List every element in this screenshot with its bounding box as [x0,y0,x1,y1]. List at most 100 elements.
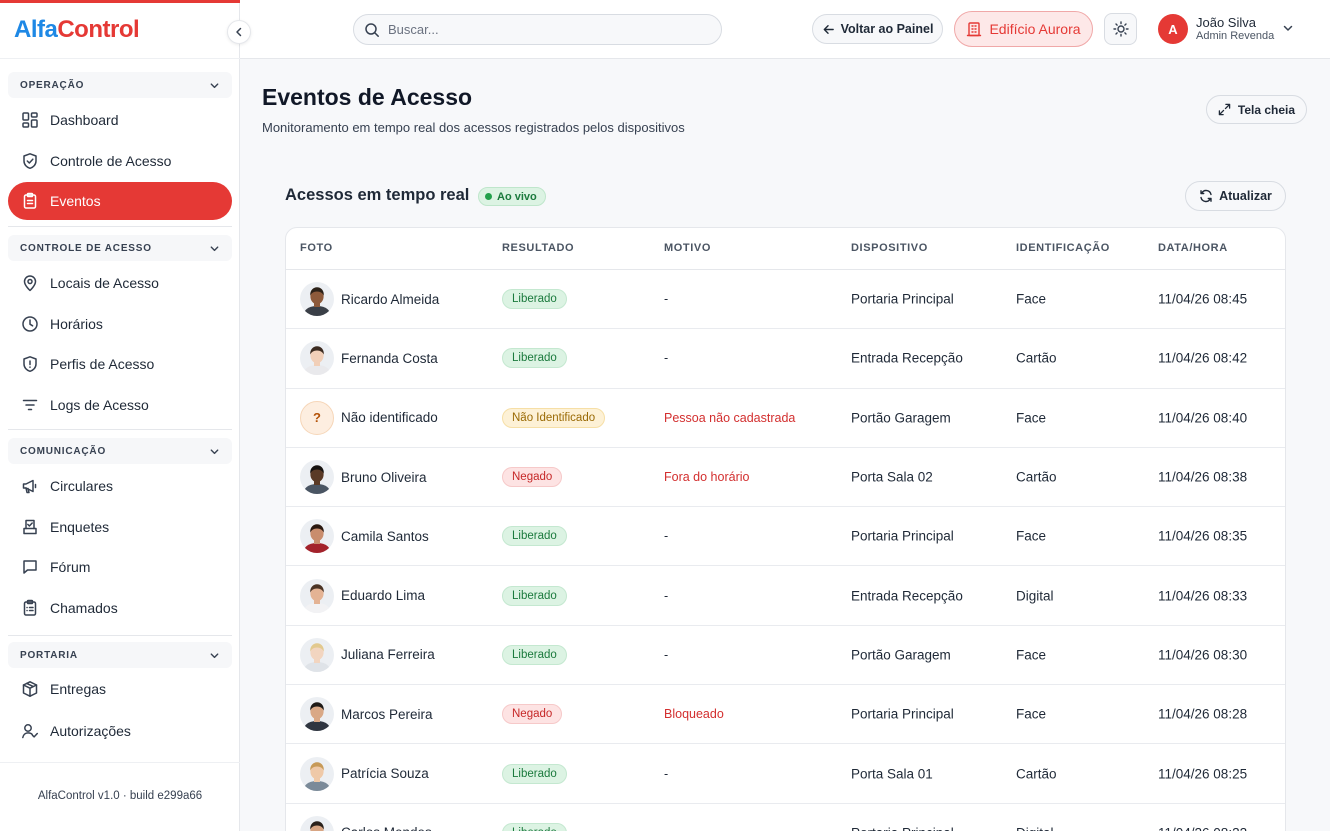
person-cell: Bruno Oliveira [300,460,427,495]
live-label: Ao vivo [497,190,537,203]
table-row[interactable]: Juliana Ferreira Liberado - Portão Garag… [286,626,1285,686]
chevron-down-icon [210,652,219,658]
user-menu[interactable]: A João Silva Admin Revenda [1158,12,1298,46]
result-badge: Liberado [502,585,567,606]
person-cell: Camila Santos [300,519,429,554]
sidebar-item-forum[interactable]: Fórum [8,548,232,586]
live-status-badge: Ao vivo [478,187,546,206]
identification-method: Face [1016,291,1047,307]
event-datetime: 11/04/26 08:38 [1158,469,1248,485]
person-name: Bruno Oliveira [341,469,427,485]
result-badge: Negado [502,704,563,725]
search-box[interactable] [353,14,722,45]
event-datetime: 11/04/26 08:35 [1158,528,1248,544]
person-cell: ? Não identificado [300,400,438,435]
identification-method: Cartão [1016,350,1057,366]
back-to-panel-button[interactable]: Voltar ao Painel [812,14,943,44]
person-cell: Eduardo Lima [300,578,425,613]
table-row[interactable]: Patrícia Souza Liberado - Porta Sala 01 … [286,744,1285,804]
table-row[interactable]: Ricardo Almeida Liberado - Portaria Prin… [286,270,1285,330]
table-row[interactable]: Eduardo Lima Liberado - Entrada Recepção… [286,567,1285,626]
refresh-icon [1199,189,1213,203]
sidebar-item-dashboard[interactable]: Dashboard [8,101,232,139]
identification-method: Cartão [1016,469,1057,485]
column-header-identification[interactable]: IDENTIFICAÇÃO [1016,242,1110,254]
section-title: COMUNICAÇÃO [20,445,107,457]
sidebar-item-entregas[interactable]: Entregas [8,670,232,708]
section-header-3[interactable]: COMUNICAÇÃO [8,438,232,464]
table-row[interactable]: Marcos Pereira Negado Bloqueado Portaria… [286,685,1285,745]
device-name: Entrada Recepção [851,350,963,366]
reason-text: Bloqueado [664,707,724,722]
column-header-result[interactable]: RESULTADO [502,242,574,254]
fullscreen-button[interactable]: Tela cheia [1206,95,1307,124]
brand-logo[interactable]: AlfaControl [14,16,140,44]
event-datetime: 11/04/26 08:25 [1158,766,1248,782]
clipboard-list-icon [21,599,39,617]
person-name: Fernanda Costa [341,350,438,366]
device-name: Portaria Principal [851,706,954,722]
section-header-4[interactable]: PORTARIA [8,642,232,668]
sidebar-item-locais-de-acesso[interactable]: Locais de Acesso [8,264,232,302]
sidebar-item-label: Dashboard [50,112,119,128]
table-row[interactable]: Camila Santos Liberado - Portaria Princi… [286,507,1285,567]
sidebar: AlfaControl OPERAÇÃO Dashboard Controle de… [0,0,240,831]
refresh-button[interactable]: Atualizar [1185,181,1286,211]
vote-icon [21,518,39,536]
back-to-panel-label: Voltar ao Painel [840,22,934,36]
section-header-2[interactable]: CONTROLE DE ACESSO [8,235,232,261]
sidebar-item-eventos[interactable]: Eventos [8,182,232,220]
person-photo [300,519,334,554]
sidebar-item-horarios[interactable]: Horários [8,305,232,343]
table-row[interactable]: ? Não identificado Não Identificado Pesso… [286,389,1285,448]
person-name: Marcos Pereira [341,706,433,722]
app-version: AlfaControl v1.0 · build e299a66 [37,790,203,802]
building-selector-button[interactable]: Edifício Aurora [954,11,1093,47]
column-header-device[interactable]: DISPOSITIVO [851,242,928,254]
fullscreen-label: Tela cheia [1237,102,1296,117]
person-cell: Patrícia Souza [300,756,429,791]
result-badge: Negado [502,467,563,488]
search-input[interactable] [388,22,688,37]
sidebar-item-autorizacoes[interactable]: Autorizações [8,712,232,750]
sidebar-item-circulares[interactable]: Circulares [8,467,232,505]
sidebar-item-enquetes[interactable]: Enquetes [8,508,232,546]
result-badge: Liberado [502,348,567,369]
theme-toggle-button[interactable] [1104,13,1137,45]
sidebar-collapse-button[interactable] [227,20,251,44]
result-badge: Liberado [502,822,567,831]
sidebar-item-chamados[interactable]: Chamados [8,589,232,627]
card-title: Acessos em tempo real [285,186,470,204]
clipboard-icon [21,192,39,210]
table-row[interactable]: Carlos Mendes Liberado - Portaria Princi… [286,804,1285,831]
section-divider [8,635,232,636]
events-table: FOTO RESULTADO MOTIVO DISPOSITIVO IDENTI… [285,227,1286,831]
chevron-down-icon [210,245,219,251]
sidebar-item-perfis-de-acesso[interactable]: Perfis de Acesso [8,345,232,383]
reason-text: - [664,292,669,307]
device-name: Entrada Recepção [851,588,963,604]
sidebar-item-label: Fórum [50,559,91,575]
arrow-left-icon [822,23,835,36]
column-header-reason[interactable]: MOTIVO [664,242,711,254]
section-header-1[interactable]: OPERAÇÃO [8,72,232,98]
sidebar-item-controle-de-acesso[interactable]: Controle de Acesso [8,142,232,180]
event-datetime: 11/04/26 08:22 [1158,825,1247,831]
chevron-left-icon [236,27,242,37]
person-cell: Ricardo Almeida [300,282,440,317]
table-row[interactable]: Fernanda Costa Liberado - Entrada Recepç… [286,329,1285,389]
person-photo [300,815,334,831]
chevron-down-icon [210,82,219,88]
package-icon [21,680,39,698]
building-label: Edifício Aurora [989,21,1081,37]
section-title: OPERAÇÃO [20,79,85,91]
reason-text: - [664,826,668,831]
person-name: Ricardo Almeida [341,291,440,307]
sidebar-accent-bar [0,0,240,3]
sidebar-item-logs-de-acesso[interactable]: Logs de Acesso [8,386,232,424]
table-row[interactable]: Bruno Oliveira Negado Fora do horário Po… [286,448,1285,508]
page-title: Eventos de Acesso [262,84,473,110]
person-name: Patrícia Souza [341,766,429,782]
column-header-photo[interactable]: FOTO [300,242,333,254]
column-header-datetime[interactable]: DATA/HORA [1158,242,1228,254]
